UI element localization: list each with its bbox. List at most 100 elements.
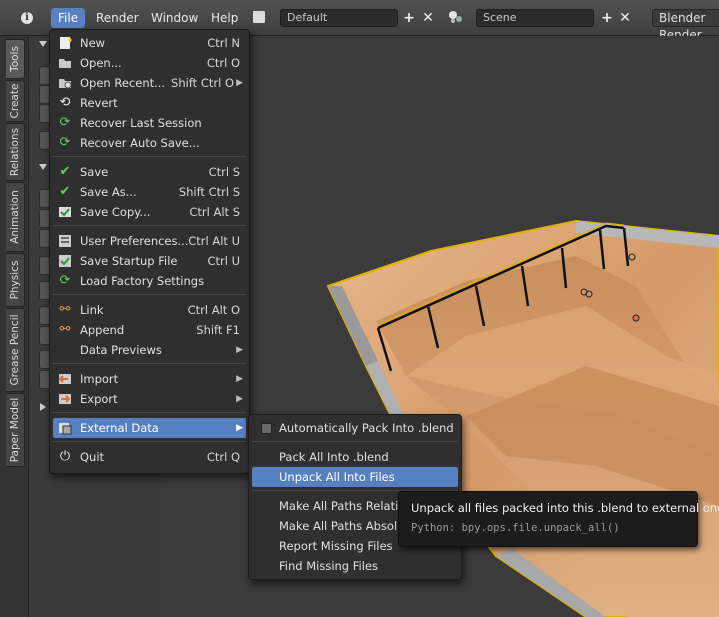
menu-item-import[interactable]: Import ▶ bbox=[53, 369, 246, 389]
tab-create[interactable]: Create bbox=[6, 80, 25, 122]
export-icon bbox=[57, 392, 73, 406]
menu-item-shortcut: Ctrl O bbox=[206, 56, 240, 70]
factory-settings-icon: ⟳ bbox=[59, 273, 71, 288]
menu-item-find-missing-files[interactable]: Find Missing Files bbox=[252, 556, 458, 576]
menu-item-shortcut: Ctrl Alt O bbox=[187, 303, 240, 317]
menu-item-revert[interactable]: ⟲ Revert bbox=[53, 93, 246, 113]
save-copy-icon bbox=[57, 205, 73, 219]
tab-grease-pencil[interactable]: Grease Pencil bbox=[6, 308, 25, 392]
menu-item-open-recent[interactable]: Open Recent... Shift Ctrl O ▶ bbox=[53, 73, 246, 93]
menu-item-label: Export bbox=[80, 392, 118, 406]
delete-layout-icon[interactable]: ✕ bbox=[419, 9, 437, 27]
menu-item-label: Save Startup File bbox=[80, 254, 178, 268]
tooltip-description: Unpack all files packed into this .blend… bbox=[411, 501, 719, 515]
tab-tools[interactable]: Tools bbox=[6, 39, 25, 79]
menu-item-load-factory-settings[interactable]: ⟳ Load Factory Settings bbox=[53, 271, 246, 291]
add-layout-icon[interactable]: + bbox=[400, 9, 418, 27]
menu-item-external-data[interactable]: External Data ▶ bbox=[53, 418, 246, 438]
menu-item-save-startup-file[interactable]: Save Startup File Ctrl U bbox=[53, 251, 246, 271]
menu-item-quit[interactable]: ⏻ Quit Ctrl Q bbox=[53, 447, 246, 467]
menu-item-new[interactable]: ✦ New Ctrl N bbox=[53, 33, 246, 53]
help-menu-button[interactable]: Help bbox=[204, 8, 245, 28]
menu-item-save-copy[interactable]: Save Copy... Ctrl Alt S bbox=[53, 202, 246, 222]
file-menu-button[interactable]: File bbox=[51, 8, 86, 28]
tab-animation[interactable]: Animation bbox=[6, 182, 25, 252]
screen-layout-icon[interactable] bbox=[253, 11, 265, 23]
menu-item-shortcut: Ctrl N bbox=[207, 36, 240, 50]
menu-item-label: Import bbox=[80, 372, 119, 386]
menu-item-label: Save bbox=[80, 165, 109, 179]
menu-item-link[interactable]: ⚯ Link Ctrl Alt O bbox=[53, 300, 246, 320]
menu-item-label: Find Missing Files bbox=[279, 559, 378, 573]
tab-physics[interactable]: Physics bbox=[6, 253, 25, 307]
delete-scene-icon[interactable]: ✕ bbox=[616, 9, 634, 27]
menu-item-export[interactable]: Export ▶ bbox=[53, 389, 246, 409]
menu-item-shortcut: Shift Ctrl S bbox=[178, 185, 240, 199]
menu-item-recover-auto-save[interactable]: ⟳ Recover Auto Save... bbox=[53, 133, 246, 153]
scene-icon[interactable] bbox=[448, 10, 464, 24]
tab-label: Physics bbox=[9, 260, 21, 300]
menu-separator bbox=[53, 156, 246, 157]
panel-collapse-icon[interactable] bbox=[39, 41, 47, 47]
render-engine-selector[interactable]: Blender Render bbox=[652, 9, 719, 42]
layout-name-field[interactable]: Default bbox=[280, 9, 398, 27]
menu-item-label: Append bbox=[80, 323, 125, 337]
open-recent-icon bbox=[57, 76, 73, 90]
submenu-arrow-icon: ▶ bbox=[236, 78, 243, 88]
panel-expand-icon[interactable] bbox=[40, 403, 46, 411]
scene-name-field[interactable]: Scene bbox=[476, 9, 594, 27]
submenu-arrow-icon: ▶ bbox=[236, 423, 243, 433]
menu-item-append[interactable]: ⚯ Append Shift F1 bbox=[53, 320, 246, 340]
menu-item-shortcut: Shift Ctrl O bbox=[171, 76, 234, 90]
add-scene-icon[interactable]: + bbox=[598, 9, 616, 27]
folder-icon bbox=[57, 56, 73, 70]
menu-item-recover-last-session[interactable]: ⟳ Recover Last Session bbox=[53, 113, 246, 133]
tab-label: Grease Pencil bbox=[9, 314, 21, 386]
editor-type-button[interactable]: i bbox=[16, 9, 38, 27]
menu-item-label: New bbox=[80, 36, 106, 50]
save-as-icon: ✔ bbox=[59, 184, 71, 199]
tab-paper-model[interactable]: Paper Model bbox=[6, 393, 25, 467]
checkbox-icon[interactable] bbox=[261, 423, 272, 434]
submenu-arrow-icon: ▶ bbox=[236, 345, 243, 355]
tab-relations[interactable]: Relations bbox=[6, 123, 25, 181]
submenu-arrow-icon: ▶ bbox=[236, 374, 243, 384]
menu-item-data-previews[interactable]: Data Previews ▶ bbox=[53, 340, 246, 360]
menu-item-pack-all[interactable]: Pack All Into .blend bbox=[252, 447, 458, 467]
append-icon: ⚯ bbox=[59, 322, 71, 337]
menu-item-label: User Preferences... bbox=[80, 234, 189, 248]
menu-item-open[interactable]: Open... Ctrl O bbox=[53, 53, 246, 73]
menu-separator bbox=[53, 363, 246, 364]
recover-icon: ⟳ bbox=[59, 115, 71, 130]
menu-item-save-as[interactable]: ✔ Save As... Shift Ctrl S bbox=[53, 182, 246, 202]
menu-item-unpack-all[interactable]: Unpack All Into Files bbox=[252, 467, 458, 487]
menu-item-shortcut: Shift F1 bbox=[196, 323, 240, 337]
tooltip: Unpack all files packed into this .blend… bbox=[398, 491, 719, 547]
tab-label: Animation bbox=[9, 190, 21, 244]
window-menu-button[interactable]: Window bbox=[144, 8, 205, 28]
panel-collapse-icon[interactable] bbox=[39, 164, 47, 170]
tab-label: Tools bbox=[9, 46, 21, 72]
menu-item-user-preferences[interactable]: User Preferences... Ctrl Alt U bbox=[53, 231, 246, 251]
submenu-arrow-icon: ▶ bbox=[236, 394, 243, 404]
menu-item-label: Load Factory Settings bbox=[80, 274, 205, 288]
menu-separator bbox=[53, 412, 246, 413]
recover-auto-icon: ⟳ bbox=[59, 135, 71, 150]
menu-item-label: Revert bbox=[80, 96, 118, 110]
svg-text:✦: ✦ bbox=[67, 36, 72, 45]
menu-separator bbox=[53, 225, 246, 226]
menu-item-label: Data Previews bbox=[80, 343, 162, 357]
menu-item-label: Quit bbox=[80, 450, 105, 464]
menu-item-save[interactable]: ✔ Save Ctrl S bbox=[53, 162, 246, 182]
menu-item-label: Unpack All Into Files bbox=[279, 470, 395, 484]
tab-label: Paper Model bbox=[9, 397, 21, 463]
menu-item-label: Save As... bbox=[80, 185, 137, 199]
render-menu-button[interactable]: Render bbox=[89, 8, 146, 28]
menu-separator bbox=[252, 441, 458, 442]
menu-item-auto-pack[interactable]: Automatically Pack Into .blend bbox=[252, 418, 458, 438]
menu-item-shortcut: Ctrl Q bbox=[206, 450, 240, 464]
import-icon bbox=[57, 372, 73, 386]
menu-item-label: Report Missing Files bbox=[279, 539, 393, 553]
menu-item-label: Automatically Pack Into .blend bbox=[279, 421, 454, 435]
tab-label: Create bbox=[9, 83, 21, 119]
